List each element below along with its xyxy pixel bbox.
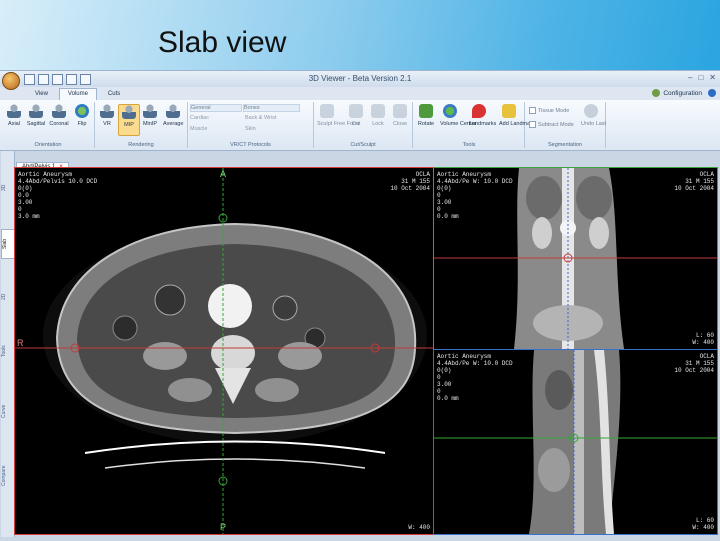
side-tab-curve[interactable]: Curve bbox=[1, 396, 14, 426]
rotate-button[interactable]: Rotate bbox=[416, 104, 436, 127]
axial-viewport[interactable]: Aortic Aneurysm 4.4Abd/Pelvis 10.0 DCD 0… bbox=[14, 167, 434, 535]
side-tab-strip: 3D Slab 2D Tools Curve Compare bbox=[1, 151, 16, 537]
sagittal-info-top-left: Aortic Aneurysm 4.4Abd/Pe W: 10.0 DCD 0(… bbox=[437, 353, 513, 402]
help-icon[interactable] bbox=[708, 89, 716, 97]
close-icon bbox=[393, 104, 407, 118]
group-tools: Rotate Volume Center Landmarks Add Landm… bbox=[414, 102, 535, 148]
group-label-segmentation: Segmentation bbox=[548, 142, 582, 148]
group-label-orientation: Orientation bbox=[34, 142, 62, 148]
sagittal-viewport[interactable]: Aortic Aneurysm 4.4Abd/Pe W: 10.0 DCD 0(… bbox=[433, 349, 718, 535]
group-label-protocols: VR/CT Protocols bbox=[230, 142, 271, 148]
checkbox-icon bbox=[529, 107, 536, 114]
average-icon bbox=[166, 104, 180, 118]
flip-icon bbox=[75, 104, 89, 118]
coronal-button[interactable]: Coronal bbox=[49, 104, 69, 127]
side-tab-tools[interactable]: Tools bbox=[1, 336, 14, 366]
coronal-info-top-right: OCLA 31 M 155 10 Oct 2004 bbox=[674, 171, 714, 192]
ribbon: Axial Sagittal Coronal Flip Orientation … bbox=[0, 100, 720, 151]
side-tab-2d[interactable]: 2D bbox=[1, 283, 14, 311]
minip-icon bbox=[143, 104, 157, 118]
group-label-tools: Tools bbox=[462, 142, 476, 148]
tab-cuts[interactable]: Cuts bbox=[99, 88, 129, 100]
vr-icon bbox=[100, 104, 114, 118]
lock-button[interactable]: Lock bbox=[368, 104, 388, 127]
axial-info-top-left: Aortic Aneurysm 4.4Abd/Pelvis 10.0 DCD 0… bbox=[18, 171, 98, 220]
coronal-info-top-left: Aortic Aneurysm 4.4Abd/Pe W: 10.0 DCD 0(… bbox=[437, 171, 513, 220]
add-landmark-icon bbox=[502, 104, 516, 118]
orientation-label-bottom: P bbox=[220, 522, 227, 532]
sagittal-icon bbox=[29, 104, 43, 118]
flip-button[interactable]: Flip bbox=[72, 104, 92, 127]
group-rendering: VR MIP MinIP Average Rendering bbox=[95, 102, 188, 148]
add-landmark-button[interactable]: Add Landmark bbox=[499, 104, 535, 127]
tab-view[interactable]: View bbox=[26, 88, 57, 100]
lock-icon bbox=[371, 104, 385, 118]
vr-button[interactable]: VR bbox=[97, 104, 117, 127]
window-title: 3D Viewer - Beta Version 2.1 bbox=[308, 74, 412, 83]
preset-muscle[interactable]: Muscle bbox=[190, 126, 207, 132]
preset-back-wrist[interactable]: Back & Wrist bbox=[245, 115, 276, 121]
undo-icon bbox=[584, 104, 598, 118]
volume-center-icon bbox=[443, 104, 457, 118]
preset-skin[interactable]: Skin bbox=[245, 126, 256, 132]
preset-bones[interactable]: Bones bbox=[243, 104, 300, 112]
viewer-tab-bar: Abd/Pelvis 1× bbox=[16, 155, 69, 171]
orientation-label-left: R bbox=[17, 338, 24, 348]
slide-title: Slab view bbox=[158, 26, 287, 59]
sagittal-button[interactable]: Sagittal bbox=[26, 104, 46, 127]
title-bar: 3D Viewer - Beta Version 2.1 – □ ✕ bbox=[0, 71, 720, 90]
tissue-mode-checkbox[interactable]: Tissue Mode bbox=[529, 107, 569, 114]
coronal-icon bbox=[52, 104, 66, 118]
workspace: 3D Slab 2D Tools Curve Compare Abd/Pelvi… bbox=[0, 151, 720, 541]
preset-cardiac[interactable]: Cardiac bbox=[190, 115, 209, 121]
axial-info-bottom-right: W: 400 bbox=[408, 524, 430, 531]
configuration-label: Configuration bbox=[663, 89, 702, 97]
axial-icon bbox=[7, 104, 21, 118]
undo-last-button[interactable]: Undo Last bbox=[581, 104, 606, 127]
cut-icon bbox=[349, 104, 363, 118]
configuration-menu[interactable]: Configuration bbox=[652, 89, 702, 97]
mip-button[interactable]: MIP bbox=[118, 104, 140, 136]
close-button[interactable]: ✕ bbox=[709, 73, 716, 82]
coronal-info-bottom-right: L: 60 W: 400 bbox=[692, 332, 714, 346]
group-protocols: General Bones Cardiac Back & Wrist Muscl… bbox=[188, 102, 314, 148]
group-label-rendering: Rendering bbox=[128, 142, 154, 148]
preset-general[interactable]: General bbox=[190, 104, 242, 112]
landmarks-button[interactable]: Landmarks bbox=[469, 104, 496, 127]
orientation-label-top: A bbox=[220, 169, 227, 179]
minimize-button[interactable]: – bbox=[688, 73, 692, 82]
tab-volume[interactable]: Volume bbox=[58, 88, 97, 100]
close-cut-button[interactable]: Close bbox=[390, 104, 410, 127]
sculpt-free-form-button[interactable]: Sculpt Free Form bbox=[317, 104, 359, 127]
ribbon-tabs: View Volume Cuts bbox=[26, 88, 129, 100]
checkbox-icon bbox=[529, 121, 536, 128]
side-tab-compare[interactable]: Compare bbox=[1, 456, 14, 496]
minip-button[interactable]: MinIP bbox=[140, 104, 160, 127]
window-controls: – □ ✕ bbox=[688, 73, 716, 82]
maximize-button[interactable]: □ bbox=[698, 73, 703, 82]
axial-button[interactable]: Axial bbox=[4, 104, 24, 127]
average-button[interactable]: Average bbox=[163, 104, 183, 127]
group-cut-sculpt: Sculpt Free Form Cut Lock Close Cut/Scul… bbox=[314, 102, 413, 148]
sagittal-info-bottom-right: L: 60 W: 400 bbox=[692, 517, 714, 531]
gear-icon bbox=[652, 89, 661, 97]
axial-ct-image bbox=[15, 168, 433, 534]
rotate-icon bbox=[419, 104, 433, 118]
cut-button[interactable]: Cut bbox=[346, 104, 366, 127]
slide-header-background bbox=[0, 0, 720, 75]
axial-info-top-right: OCLA 31 M 155 10 Oct 2004 bbox=[390, 171, 430, 192]
scissors-icon bbox=[320, 104, 334, 118]
group-orientation: Axial Sagittal Coronal Flip Orientation bbox=[2, 102, 95, 148]
subtract-mode-checkbox[interactable]: Subtract Mode bbox=[529, 121, 574, 128]
app-window: 3D Viewer - Beta Version 2.1 – □ ✕ View … bbox=[0, 70, 720, 541]
group-label-cut-sculpt: Cut/Sculpt bbox=[350, 142, 376, 148]
mip-icon bbox=[122, 105, 136, 119]
coronal-viewport[interactable]: Aortic Aneurysm 4.4Abd/Pe W: 10.0 DCD 0(… bbox=[433, 167, 718, 350]
group-segmentation: Tissue Mode Subtract Mode Undo Last Segm… bbox=[525, 102, 606, 148]
side-tab-3d[interactable]: 3D bbox=[1, 173, 14, 203]
pin-icon bbox=[472, 104, 486, 118]
volume-center-button[interactable]: Volume Center bbox=[440, 104, 476, 127]
sagittal-info-top-right: OCLA 31 M 155 10 Oct 2004 bbox=[674, 353, 714, 374]
